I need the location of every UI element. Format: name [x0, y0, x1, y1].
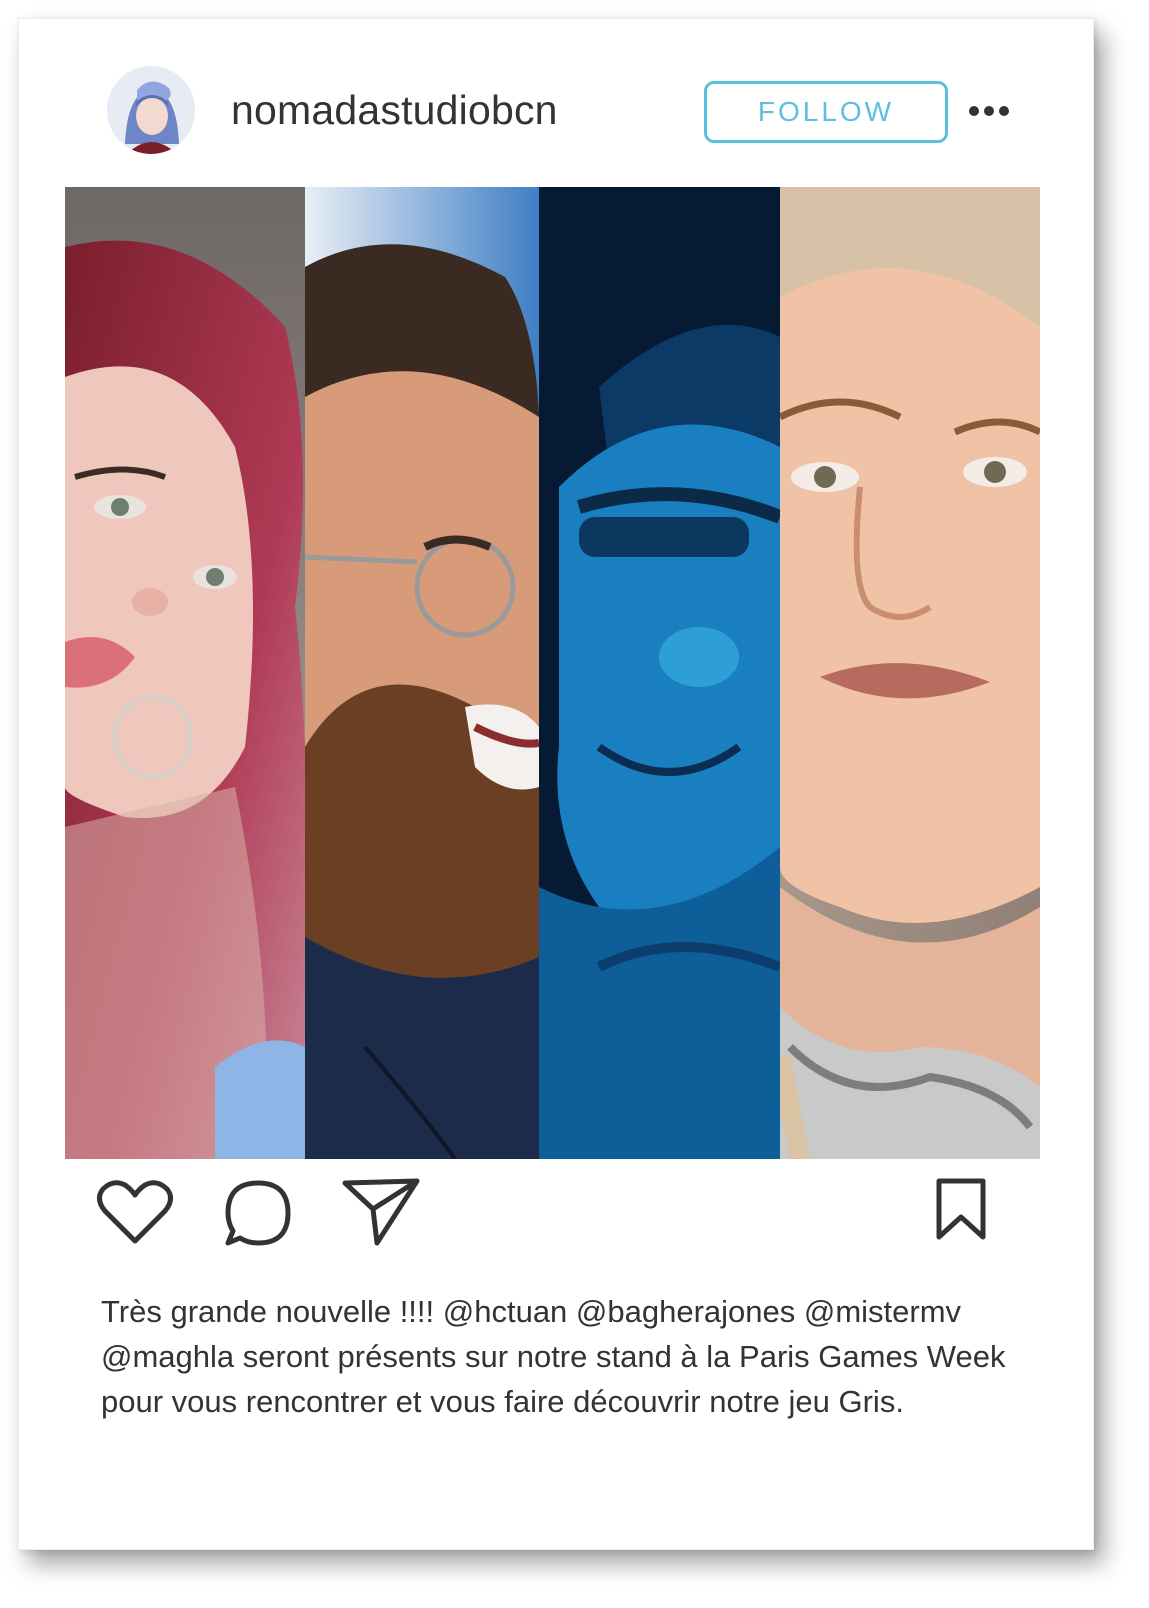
photo-panel — [305, 187, 539, 1159]
comment-bubble-icon — [225, 1180, 291, 1246]
more-options-button[interactable] — [964, 93, 1014, 129]
post-caption: Très grande nouvelle !!!! @hctuan @baghe… — [101, 1294, 1006, 1419]
username[interactable]: nomadastudiobcn — [231, 87, 558, 134]
comment-button[interactable] — [222, 1177, 294, 1249]
photo-panel — [65, 187, 305, 1159]
avatar[interactable] — [107, 66, 195, 154]
follow-button[interactable]: FOLLOW — [704, 81, 948, 143]
bookmark-icon — [936, 1178, 986, 1240]
heart-icon — [97, 1180, 173, 1244]
like-button[interactable] — [95, 1177, 175, 1247]
photo-panel — [780, 187, 1040, 1159]
post-photo[interactable] — [65, 187, 1040, 1159]
post-card: nomadastudiobcn FOLLOW Très grande nouve… — [18, 18, 1094, 1550]
share-button[interactable] — [341, 1175, 421, 1249]
more-dots-icon — [969, 106, 1009, 116]
photo-panel — [539, 187, 780, 1159]
save-button[interactable] — [933, 1177, 989, 1243]
paper-plane-icon — [342, 1178, 420, 1246]
